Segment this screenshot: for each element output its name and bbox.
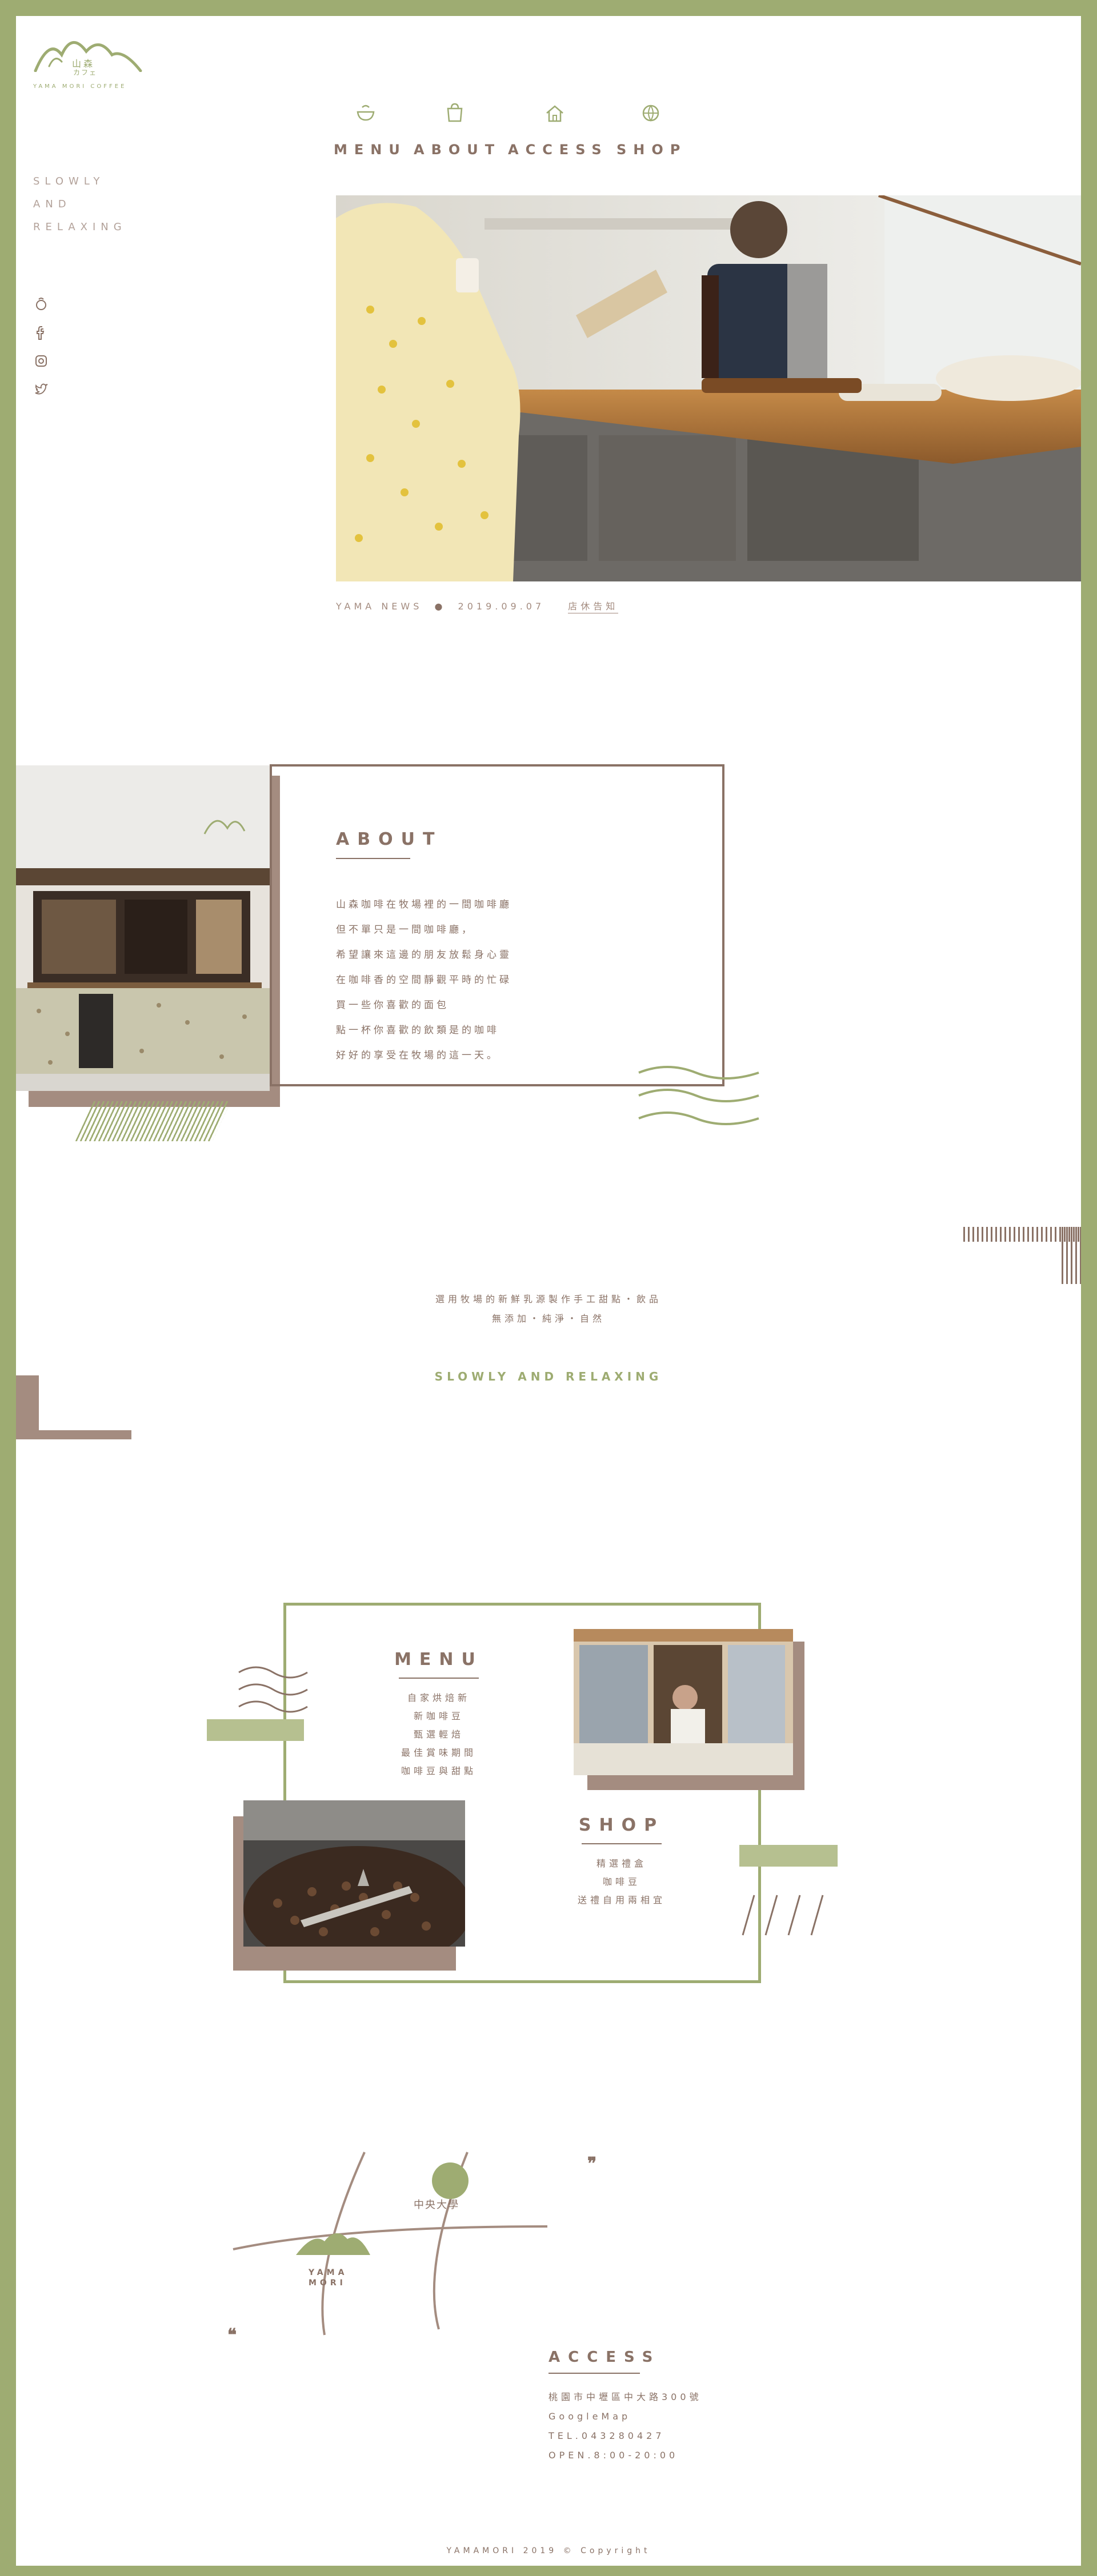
page: 山森 カフェ YAMA MORI COFFEE SLOWLY AND RELAX… bbox=[16, 16, 1081, 2566]
map-illustration[interactable]: ❞ ❝ bbox=[227, 2141, 639, 2346]
mid-line: 無添加・純淨・自然 bbox=[491, 1313, 605, 1324]
nav-item-menu[interactable]: MENU bbox=[334, 102, 408, 170]
slogan-line: RELAXING bbox=[33, 221, 127, 233]
main-nav: MENU ABOUT ACCESS SHOP bbox=[334, 102, 688, 170]
access-address: 桃園市中壢區中大路300號 bbox=[548, 2392, 702, 2402]
menu-title: MENU bbox=[394, 1650, 483, 1670]
nav-label: ABOUT bbox=[414, 142, 502, 158]
shop-title-underline bbox=[582, 1843, 662, 1844]
menu-item: 自家烘焙新 bbox=[407, 1692, 470, 1703]
facebook-icon[interactable] bbox=[33, 324, 49, 343]
nav-label: SHOP bbox=[616, 142, 687, 158]
mid-tagline: SLOWLY AND RELAXING bbox=[434, 1370, 663, 1383]
about-stripe-decoration bbox=[75, 1101, 231, 1141]
slogan: SLOWLY AND RELAXING bbox=[33, 170, 127, 239]
about-line: 在咖啡香的空間靜觀平時的忙碌 bbox=[336, 974, 512, 986]
corner-decoration-bar bbox=[16, 1430, 131, 1439]
map-university-label: 中央大學 bbox=[414, 2199, 459, 2211]
map-place-label: YAMA MORI bbox=[309, 2268, 348, 2288]
storefront-image bbox=[16, 765, 270, 1091]
shop-item: 送禮自用兩相宜 bbox=[577, 1895, 666, 1905]
roaster-photo bbox=[243, 1800, 465, 1947]
nav-item-about[interactable]: ABOUT bbox=[414, 102, 499, 170]
slash-decoration bbox=[742, 1895, 824, 1936]
menu-block[interactable]: MENU 自家烘焙新 新咖啡豆 甄選輕焙 最佳賞味期間 咖啡豆與甜點 bbox=[370, 1650, 507, 1780]
hero-image bbox=[336, 195, 1081, 581]
about-line: 山森咖啡在牧場裡的一間咖啡廳 bbox=[336, 899, 512, 910]
nav-item-shop[interactable]: SHOP bbox=[616, 102, 691, 170]
home-icon bbox=[546, 105, 563, 122]
menu-item: 最佳賞味期間 bbox=[401, 1747, 477, 1758]
about-title: ABOUT bbox=[336, 829, 443, 849]
news-bullet: ● bbox=[434, 601, 446, 612]
green-block-decoration-right bbox=[739, 1845, 838, 1867]
bowl-icon bbox=[357, 105, 375, 121]
nav-label: MENU bbox=[334, 142, 407, 158]
about-line: 好好的享受在牧場的這一天。 bbox=[336, 1050, 499, 1061]
twitter-icon[interactable] bbox=[33, 382, 49, 400]
instagram-icon[interactable] bbox=[33, 353, 49, 371]
shop-list: 精選禮盒 咖啡豆 送禮自用兩相宜 bbox=[553, 1855, 690, 1909]
about-title-underline bbox=[336, 858, 410, 859]
news-ticker[interactable]: YAMA NEWS ● 2019.09.07 店休告知 bbox=[336, 599, 619, 613]
logo-katakana: カフェ bbox=[73, 69, 98, 77]
access-title: ACCESS bbox=[548, 2349, 661, 2366]
bag-icon bbox=[447, 103, 463, 122]
menu-item: 新咖啡豆 bbox=[413, 1711, 464, 1722]
mid-text: 選用牧場的新鮮乳源製作手工甜點・飲品 無添加・純淨・自然 bbox=[16, 1290, 1081, 1329]
coffee-icon[interactable] bbox=[33, 296, 49, 314]
access-details: 桃園市中壢區中大路300號 GoogleMap TEL.043280427 OP… bbox=[548, 2388, 777, 2465]
about-text: 山森咖啡在牧場裡的一間咖啡廳 但不單只是一間咖啡廳， 希望讓來這邊的朋友放鬆身心… bbox=[336, 892, 656, 1068]
slogan-line: AND bbox=[33, 198, 71, 210]
access-title-underline bbox=[548, 2373, 640, 2374]
nav-item-access[interactable]: ACCESS bbox=[508, 102, 605, 170]
shop-title: SHOP bbox=[578, 1815, 665, 1835]
slogan-line: SLOWLY bbox=[33, 175, 105, 187]
news-title[interactable]: 店休告知 bbox=[568, 601, 619, 613]
access-block: ACCESS 桃園市中壢區中大路300號 GoogleMap TEL.04328… bbox=[548, 2349, 777, 2465]
svg-text:❞: ❞ bbox=[587, 2154, 596, 2173]
news-date: 2019.09.07 bbox=[458, 601, 545, 612]
about-frame: ABOUT 山森咖啡在牧場裡的一間咖啡廳 但不單只是一間咖啡廳， 希望讓來這邊的… bbox=[270, 764, 724, 1086]
footer-copyright: YAMAMORI 2019 © Copyright bbox=[446, 2546, 651, 2555]
shop-item: 咖啡豆 bbox=[602, 1876, 640, 1887]
about-line: 點一杯你喜歡的飲類是的咖啡 bbox=[336, 1025, 499, 1036]
about-line: 希望讓來這邊的朋友放鬆身心靈 bbox=[336, 949, 512, 961]
green-block-decoration bbox=[207, 1719, 304, 1741]
menu-title-underline bbox=[399, 1678, 479, 1679]
about-line: 買一些你喜歡的面包 bbox=[336, 1000, 449, 1011]
shop-block[interactable]: SHOP 精選禮盒 咖啡豆 送禮自用兩相宜 bbox=[553, 1815, 690, 1909]
menu-item: 甄選輕焙 bbox=[413, 1729, 464, 1740]
svg-text:❝: ❝ bbox=[227, 2326, 237, 2345]
right-stripe-decoration-vertical bbox=[1062, 1227, 1081, 1284]
menu-item: 咖啡豆與甜點 bbox=[401, 1766, 477, 1776]
coffee-roaster-image bbox=[243, 1800, 465, 1947]
menu-list: 自家烘焙新 新咖啡豆 甄選輕焙 最佳賞味期間 咖啡豆與甜點 bbox=[370, 1689, 507, 1780]
mid-line: 選用牧場的新鮮乳源製作手工甜點・飲品 bbox=[435, 1294, 662, 1305]
shop-item: 精選禮盒 bbox=[596, 1858, 647, 1869]
storefront-photo bbox=[574, 1629, 793, 1775]
wave-decoration bbox=[638, 1066, 759, 1125]
wave-decoration-small bbox=[238, 1666, 308, 1713]
about-photo bbox=[16, 765, 270, 1091]
google-map-link[interactable]: GoogleMap bbox=[548, 2407, 777, 2426]
globe-icon bbox=[642, 105, 659, 122]
nav-label: ACCESS bbox=[508, 142, 608, 158]
access-tel[interactable]: TEL.043280427 bbox=[548, 2426, 777, 2446]
access-hours: OPEN.8:00-20:00 bbox=[548, 2450, 679, 2461]
logo[interactable]: 山森 カフェ YAMA MORI COFFEE bbox=[32, 32, 146, 95]
logo-subtitle: YAMA MORI COFFEE bbox=[33, 83, 127, 90]
shop-window-image bbox=[574, 1629, 793, 1775]
about-line: 但不單只是一間咖啡廳， bbox=[336, 924, 474, 936]
news-label: YAMA NEWS bbox=[336, 601, 423, 612]
hero-photo bbox=[336, 195, 1081, 581]
